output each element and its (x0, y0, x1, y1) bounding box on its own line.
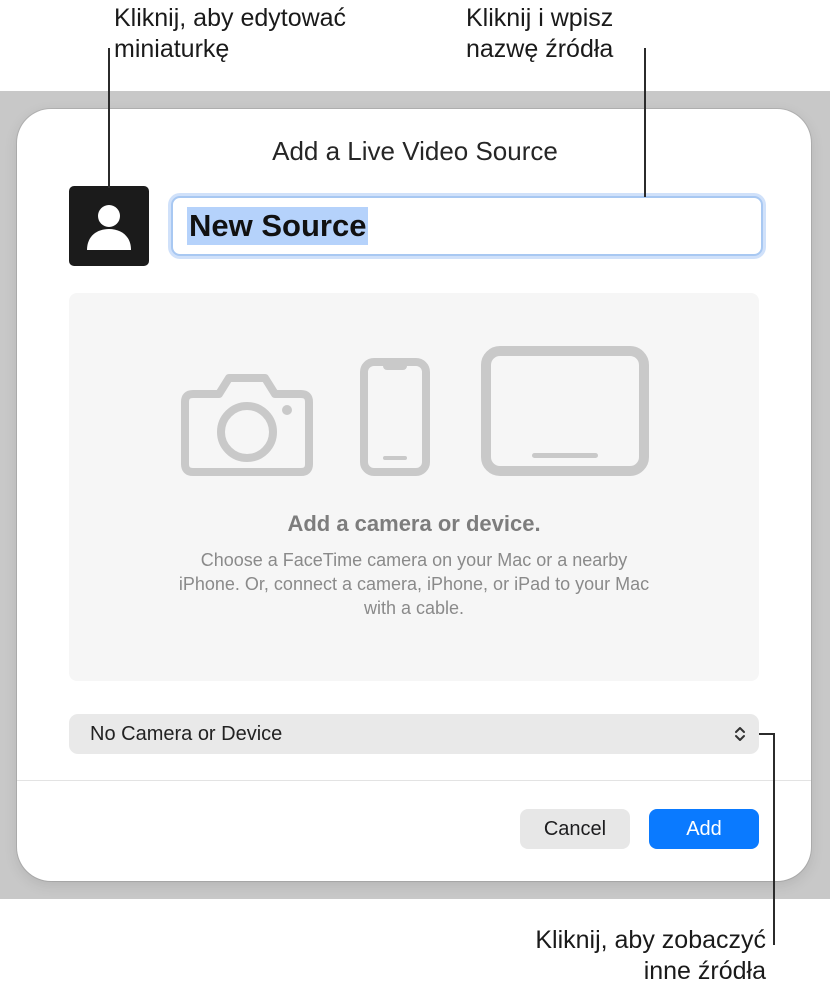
leader-line-name (644, 48, 646, 197)
empty-state-heading: Add a camera or device. (287, 511, 541, 536)
empty-state-description: Choose a FaceTime camera on your Mac or … (135, 548, 693, 620)
leader-line-sources-v (773, 733, 775, 945)
callout-sources: Kliknij, aby zobaczyć inne źródła (535, 925, 766, 987)
leader-line-thumbnail (108, 48, 110, 188)
callout-line: Kliknij, aby zobaczyć (535, 926, 766, 954)
source-name-value[interactable]: New Source (187, 207, 369, 245)
callout-line: nazwę źródła (466, 35, 614, 63)
cancel-button[interactable]: Cancel (520, 809, 630, 849)
camera-icon (181, 374, 313, 476)
empty-state-line: iPhone. Or, connect a camera, iPhone, or… (178, 574, 650, 594)
device-drop-area (69, 293, 759, 681)
source-popup-button[interactable]: No Camera or Device (69, 714, 759, 754)
source-popup-value: No Camera or Device (90, 722, 283, 745)
iphone-icon (360, 358, 430, 476)
footer-divider (17, 780, 811, 781)
chevron-up-down-icon (735, 727, 745, 741)
callout-line: Kliknij, aby edytować (114, 4, 347, 32)
dialog-title: Add a Live Video Source (272, 136, 558, 166)
empty-state-line: Choose a FaceTime camera on your Mac or … (200, 550, 628, 570)
ipad-icon (481, 346, 649, 476)
callout-line: miniaturkę (114, 35, 230, 63)
person-icon (87, 205, 131, 250)
add-button[interactable]: Add (649, 809, 759, 849)
source-name-field[interactable]: New Source (171, 196, 763, 256)
callout-name: Kliknij i wpisz nazwę źródła (466, 3, 613, 65)
callout-line: inne źródła (643, 957, 766, 985)
callout-line: Kliknij i wpisz (466, 4, 614, 32)
empty-state-line: with a cable. (363, 598, 465, 618)
callout-thumbnail: Kliknij, aby edytować miniaturkę (114, 3, 346, 65)
thumbnail-button[interactable] (69, 186, 149, 266)
